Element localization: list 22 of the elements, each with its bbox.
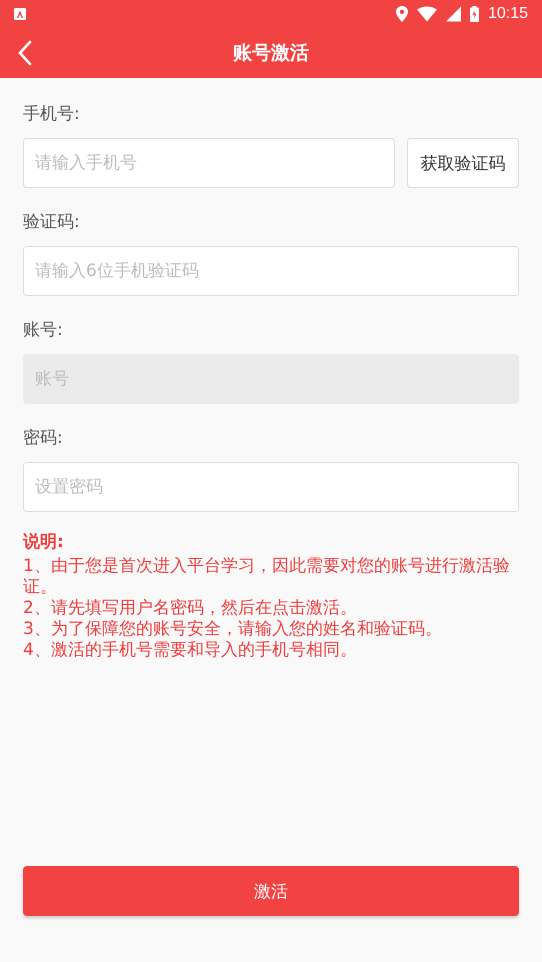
activate-button[interactable]: 激活 <box>23 866 519 916</box>
app-notification-icon <box>14 8 26 20</box>
note-text: 2、请先填写用户名密码，然后在点击激活。 <box>23 598 358 619</box>
header-title: 账号激活 <box>233 41 309 66</box>
signal-icon <box>446 6 461 22</box>
battery-icon <box>470 6 479 22</box>
input-field[interactable]: 请输入6位手机验证码 <box>23 246 519 296</box>
note-text: 4、激活的手机号需要和导入的手机号相同。 <box>23 640 358 661</box>
field-label: 手机号: <box>23 103 81 126</box>
back-icon[interactable] <box>18 40 32 66</box>
notes-title: 说明: <box>23 532 65 553</box>
input-field[interactable]: 设置密码 <box>23 462 519 512</box>
location-icon <box>396 6 408 22</box>
wifi-icon <box>416 6 437 22</box>
note-text: 1、由于您是首次进入平台学习，因此需要对您的账号进行激活验证。 <box>23 556 511 598</box>
input-field[interactable]: 请输入手机号 <box>23 138 395 188</box>
field-label: 验证码: <box>23 211 81 234</box>
field-label: 账号: <box>23 319 64 342</box>
get-code-button[interactable]: 获取验证码 <box>407 138 519 188</box>
field-label: 密码: <box>23 427 64 450</box>
status-time: 10:15 <box>488 5 528 23</box>
note-text: 3、为了保障您的账号安全，请输入您的姓名和验证码。 <box>23 619 443 640</box>
